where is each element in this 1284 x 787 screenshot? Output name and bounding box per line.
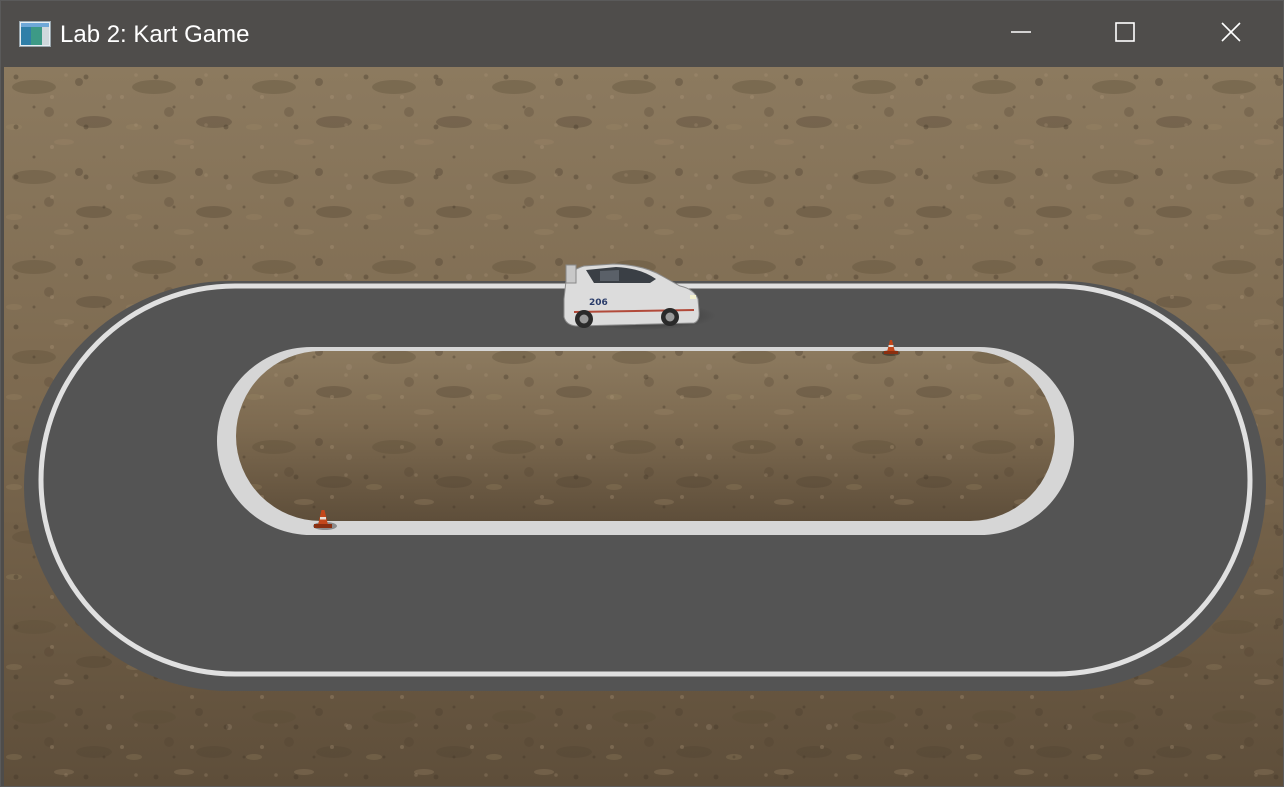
svg-text:206: 206 xyxy=(589,298,608,308)
app-window-icon xyxy=(19,21,51,47)
window-title: Lab 2: Kart Game xyxy=(60,21,250,48)
game-window: Lab 2: Kart Game 206 xyxy=(0,0,1284,787)
close-button[interactable] xyxy=(1178,1,1283,67)
maximize-button[interactable] xyxy=(1073,1,1177,67)
close-icon xyxy=(1220,21,1242,48)
minimize-button[interactable] xyxy=(969,1,1073,67)
title-bar[interactable]: Lab 2: Kart Game xyxy=(1,1,1283,67)
minimize-icon xyxy=(1010,21,1032,48)
race-track xyxy=(24,281,1266,691)
game-viewport[interactable]: 206 xyxy=(4,67,1283,786)
maximize-icon xyxy=(1114,21,1136,48)
